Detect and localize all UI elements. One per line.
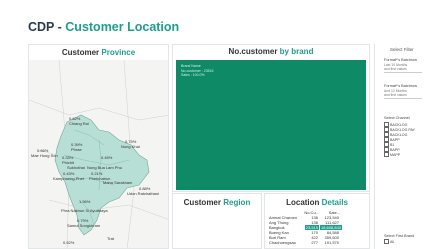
brand-treemap-tile[interactable]: Brand Name No.customer : 23515 Sales : 100… bbox=[176, 60, 366, 190]
customer-province-title-main: Customer bbox=[61, 48, 102, 57]
province-map[interactable]: 0.62% Chiang Rai 0.66% Mae Hong Son 0.39… bbox=[29, 60, 169, 249]
channel-option-label: BAPP bbox=[390, 137, 400, 142]
page-title-prefix: CDP - bbox=[28, 20, 66, 34]
customer-region-title: Customer Region bbox=[173, 194, 261, 207]
map-label-17: Maha Sarakham bbox=[103, 180, 133, 185]
channel-option-label: BACKLOG PAY bbox=[390, 127, 416, 132]
filter-1-divider bbox=[384, 72, 422, 73]
map-label-5: Phrae bbox=[71, 147, 82, 152]
map-label-3: Mae Hong Son bbox=[31, 153, 58, 158]
treemap-sales-share: Sales : 100.0% bbox=[181, 73, 205, 78]
page-title: CDP - Customer Location bbox=[28, 20, 179, 34]
location-details-title-main: Location bbox=[286, 198, 322, 207]
map-label-24: 0.52% bbox=[63, 240, 75, 245]
filter-channel-label: Select Channel bbox=[384, 116, 410, 120]
table-row[interactable]: Chachoengsao 277 191,570 bbox=[269, 240, 367, 245]
filter-1-detail: and first values bbox=[384, 67, 407, 71]
location-details-title: Location Details bbox=[265, 194, 369, 207]
customer-region-panel: Customer Region bbox=[172, 193, 262, 249]
channel-option-label: B1 bbox=[390, 142, 395, 147]
row-sales: 191,570 bbox=[324, 240, 339, 245]
checkbox-icon bbox=[384, 239, 389, 244]
checkbox-icon bbox=[384, 152, 389, 157]
map-label-21: Phra Nakhon Si Ayutthaya bbox=[61, 208, 108, 213]
customer-by-brand-title-accent: by brand bbox=[279, 47, 314, 56]
filters-title: Select Filter bbox=[390, 47, 414, 52]
filters-pane: Select Filter Format*'s Batchrow Last 10… bbox=[374, 44, 424, 249]
first-brand-option[interactable]: All bbox=[384, 239, 394, 244]
customer-region-title-main: Customer bbox=[183, 198, 224, 207]
customer-province-title: Customer Province bbox=[29, 45, 168, 60]
customer-region-title-accent: Region bbox=[223, 198, 251, 207]
map-label-12: Nong Bua Lam Phu bbox=[87, 165, 122, 170]
customer-by-brand-title-main: No.customer bbox=[228, 47, 280, 56]
filter-first-brand-label: Select First Brand bbox=[384, 234, 415, 238]
customer-province-panel: Customer Province 0.62% Chiang Rai 0.66%… bbox=[28, 44, 169, 249]
map-label-14: Kamphaeng Phet bbox=[53, 176, 85, 181]
map-label-20: 1.56% bbox=[79, 199, 91, 204]
channel-option-label: BACKLOG bbox=[390, 122, 408, 127]
filter-1-label: Format*'s Batchrow bbox=[384, 58, 418, 62]
channel-checkbox[interactable]: MAPP bbox=[384, 152, 400, 157]
filter-2-divider bbox=[384, 98, 422, 99]
page-title-accent: Customer Location bbox=[65, 20, 180, 34]
map-label-25: Trat bbox=[107, 236, 115, 241]
location-details-panel: Location Details No.Cu... Sale... Amnat … bbox=[264, 193, 370, 249]
location-table[interactable]: No.Cu... Sale... Amnat Charoen 136 123,5… bbox=[269, 210, 367, 245]
row-customer-count: 277 bbox=[311, 240, 318, 245]
channel-option-label: BACKLOG bbox=[390, 132, 408, 137]
channel-option-label: BAPP bbox=[390, 147, 400, 152]
map-label-7: Nong Khai bbox=[121, 144, 140, 149]
map-label-23: Samut Songkhram bbox=[67, 223, 101, 228]
customer-province-title-accent: Province bbox=[101, 48, 136, 57]
first-brand-option-label: All bbox=[390, 239, 394, 244]
map-label-11: Sukhothai bbox=[67, 165, 85, 170]
row-location: Chachoengsao bbox=[269, 240, 296, 245]
map-label-10: 0.45% bbox=[101, 155, 113, 160]
treemap-tile-label: Brand Name No.customer : 23515 Sales : 100… bbox=[181, 64, 214, 78]
filter-2-detail: and first values bbox=[384, 93, 407, 97]
customer-by-brand-panel: No.customer by brand Brand Name No.custom… bbox=[172, 44, 370, 192]
channel-option-label: MAPP bbox=[390, 152, 401, 157]
map-label-19: Udon Ratchathani bbox=[127, 191, 159, 196]
map-label-1: Chiang Rai bbox=[69, 121, 89, 126]
customer-by-brand-title: No.customer by brand bbox=[173, 45, 369, 59]
filter-2-label: Format*'s Batchrow bbox=[384, 84, 418, 88]
location-details-title-accent: Details bbox=[321, 198, 348, 207]
